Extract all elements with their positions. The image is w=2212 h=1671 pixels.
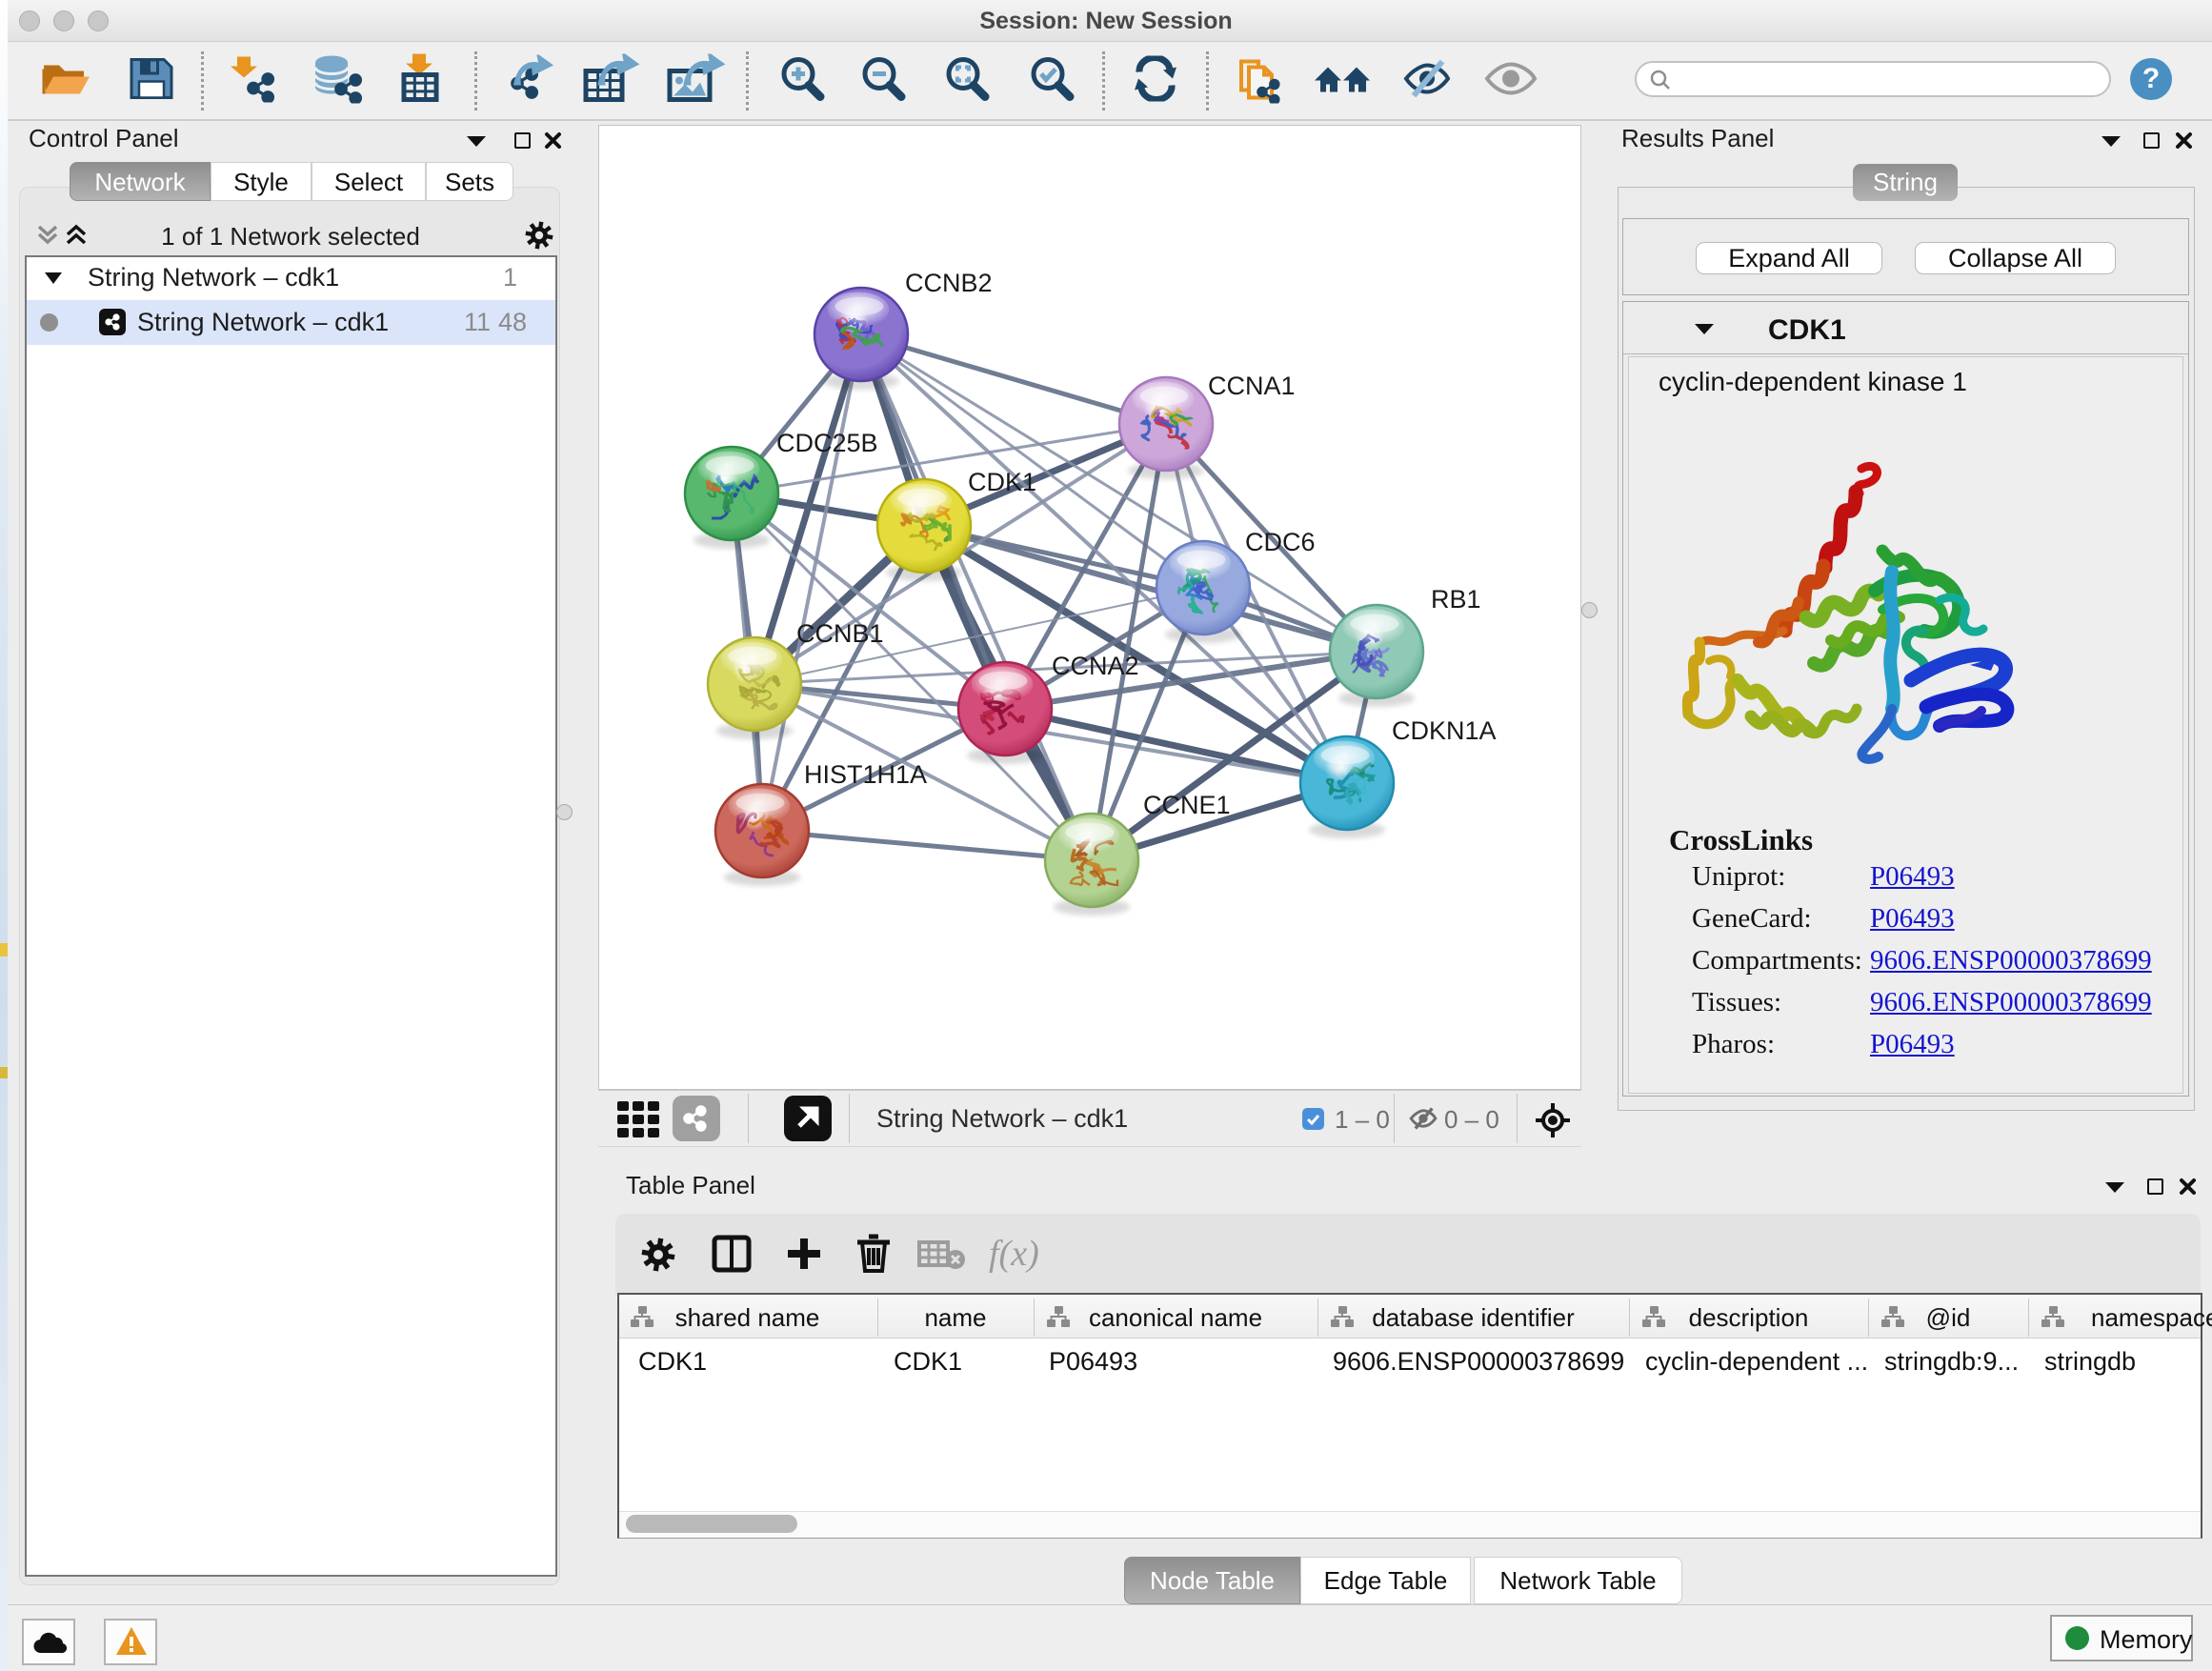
- svg-text:CCNA1: CCNA1: [1208, 372, 1296, 400]
- svg-text:CCNA2: CCNA2: [1052, 652, 1139, 680]
- svg-text:CDKN1A: CDKN1A: [1392, 716, 1497, 745]
- svg-text:CCNE1: CCNE1: [1143, 791, 1231, 819]
- svg-text:HIST1H1A: HIST1H1A: [804, 760, 927, 789]
- svg-text:CDC6: CDC6: [1245, 528, 1316, 556]
- svg-text:CDK1: CDK1: [968, 468, 1036, 496]
- svg-text:CCNB1: CCNB1: [796, 619, 884, 648]
- svg-text:CCNB2: CCNB2: [905, 269, 993, 297]
- svg-text:RB1: RB1: [1431, 585, 1481, 614]
- svg-text:CDC25B: CDC25B: [776, 429, 878, 457]
